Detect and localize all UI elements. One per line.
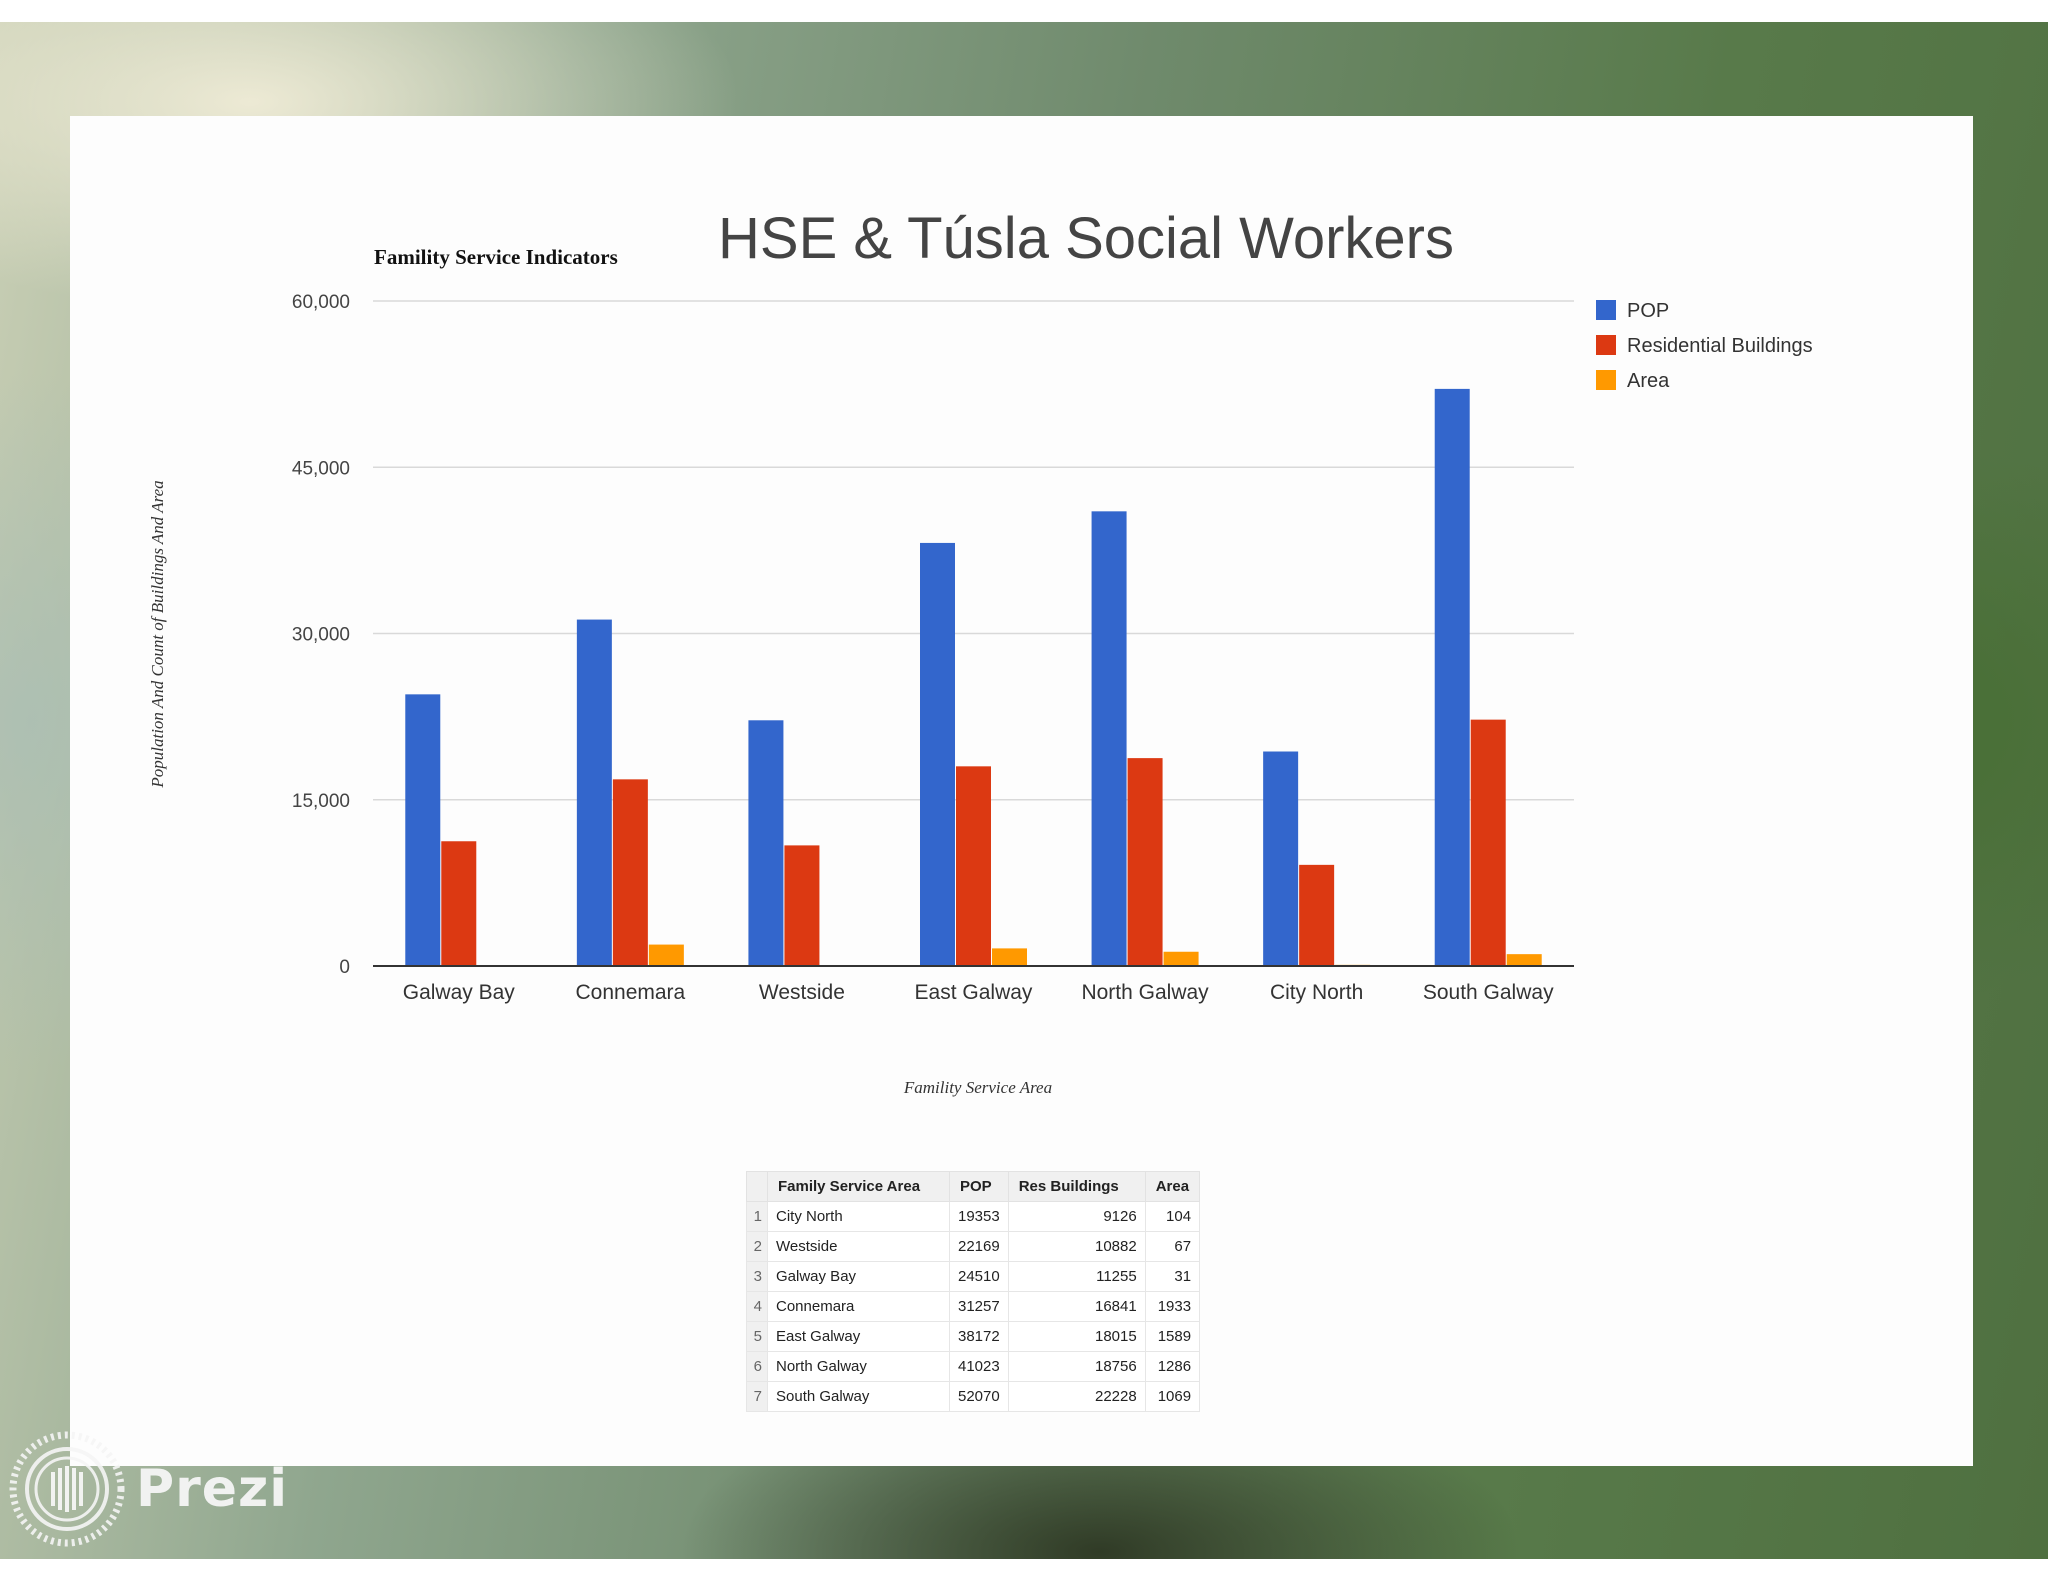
- row-index: 5: [746, 1321, 768, 1352]
- table-row: 3 Galway Bay 24510 11255 31: [746, 1261, 1201, 1292]
- header-res-buildings: Res Buildings: [1007, 1171, 1146, 1202]
- cell-area-name: South Galway: [767, 1381, 950, 1412]
- gridlines: [373, 300, 1574, 801]
- cell-pop: 24510: [949, 1261, 1009, 1292]
- table-row: 4 Connemara 31257 16841 1933: [746, 1291, 1201, 1322]
- legend-label: Residential Buildings: [1627, 335, 1813, 357]
- bar-pop[interactable]: [920, 542, 955, 966]
- bar-area[interactable]: [648, 944, 684, 966]
- cell-res-buildings: 16841: [1007, 1291, 1146, 1322]
- y-axis-title: Population And Count of Buildings And Ar…: [148, 480, 167, 788]
- bar-residential[interactable]: [784, 845, 820, 966]
- bar-residential[interactable]: [1299, 864, 1335, 966]
- bars: [405, 388, 1542, 966]
- legend: POP Residential Buildings Area: [1596, 300, 1813, 392]
- cell-res-buildings: 9126: [1007, 1201, 1146, 1232]
- prezi-logo[interactable]: Prezi: [8, 1430, 288, 1548]
- bar-residential[interactable]: [1470, 719, 1506, 966]
- table-row: 7 South Galway 52070 22228 1069: [746, 1381, 1201, 1412]
- cell-res-buildings: 18015: [1007, 1321, 1146, 1352]
- cell-res-buildings: 10882: [1007, 1231, 1146, 1262]
- y-tick-label: 15,000: [292, 791, 350, 812]
- row-index: 6: [746, 1351, 768, 1382]
- bar-area[interactable]: [1163, 951, 1199, 966]
- cell-pop: 22169: [949, 1231, 1009, 1262]
- bar-pop[interactable]: [1091, 511, 1127, 966]
- header-pop: POP: [949, 1171, 1009, 1202]
- table-row: 1 City North 19353 9126 104: [746, 1201, 1201, 1232]
- category-label: East Galway: [915, 981, 1033, 1004]
- y-tick-label: 45,000: [292, 458, 350, 479]
- y-tick-label: 60,000: [292, 292, 350, 313]
- header-family-service-area: Family Service Area: [767, 1171, 950, 1202]
- chart-subtitle: Famility Service Indicators: [374, 245, 618, 269]
- cell-area-name: Westside: [767, 1231, 950, 1262]
- category-label: City North: [1270, 981, 1363, 1004]
- row-index: 4: [746, 1291, 768, 1322]
- category-label: South Galway: [1423, 981, 1554, 1004]
- legend-swatch: [1596, 335, 1616, 355]
- prezi-wordmark: Prezi: [136, 1459, 289, 1519]
- cell-area-name: East Galway: [767, 1321, 950, 1352]
- category-label: Westside: [759, 981, 845, 1004]
- row-index: 3: [746, 1261, 768, 1292]
- bar-area[interactable]: [1506, 954, 1542, 966]
- cell-area-name: Connemara: [767, 1291, 950, 1322]
- bar-pop[interactable]: [1434, 388, 1470, 966]
- cell-pop: 41023: [949, 1351, 1009, 1382]
- category-label: North Galway: [1081, 981, 1209, 1004]
- table-corner: [746, 1171, 768, 1202]
- cell-area-name: Galway Bay: [767, 1261, 950, 1292]
- y-tick-label: 30,000: [292, 625, 350, 646]
- bar-pop[interactable]: [405, 694, 441, 966]
- table-row: 2 Westside 22169 10882 67: [746, 1231, 1201, 1262]
- bar-area[interactable]: [992, 948, 1027, 966]
- table-header-row: Family Service Area POP Res Buildings Ar…: [746, 1171, 1201, 1202]
- bar-residential[interactable]: [441, 841, 477, 966]
- row-index: 1: [746, 1201, 768, 1232]
- category-label: Connemara: [575, 981, 685, 1004]
- bar-residential[interactable]: [1127, 758, 1163, 966]
- bar-pop[interactable]: [1263, 751, 1299, 966]
- cell-area: 1933: [1144, 1291, 1201, 1322]
- cell-pop: 19353: [949, 1201, 1009, 1232]
- category-label: Galway Bay: [403, 981, 516, 1004]
- header-area: Area: [1144, 1171, 1201, 1202]
- bar-residential[interactable]: [956, 766, 991, 966]
- cell-area: 1589: [1144, 1321, 1201, 1352]
- cell-area: 1286: [1144, 1351, 1201, 1382]
- cell-area-name: City North: [767, 1201, 950, 1232]
- table-row: 6 North Galway 41023 18756 1286: [746, 1351, 1201, 1382]
- legend-swatch: [1596, 370, 1616, 390]
- x-axis-title: Famility Service Area: [903, 1078, 1052, 1097]
- row-index: 2: [746, 1231, 768, 1262]
- bar-pop[interactable]: [576, 619, 612, 966]
- cell-area: 1069: [1144, 1381, 1201, 1412]
- prezi-emblem-icon: [9, 1431, 125, 1547]
- cell-area: 31: [1144, 1261, 1201, 1292]
- y-tick-label: 0: [339, 957, 350, 978]
- legend-label: Area: [1627, 370, 1670, 392]
- y-tick-labels: 0 15,000 30,000 45,000 60,000: [292, 292, 350, 978]
- cell-pop: 38172: [949, 1321, 1009, 1352]
- cell-area: 67: [1144, 1231, 1201, 1262]
- table-row: 5 East Galway 38172 18015 1589: [746, 1321, 1201, 1352]
- cell-pop: 31257: [949, 1291, 1009, 1322]
- row-index: 7: [746, 1381, 768, 1412]
- legend-swatch: [1596, 300, 1616, 320]
- category-labels: Galway Bay Connemara Westside East Galway No…: [403, 981, 1554, 1004]
- bar-residential[interactable]: [612, 779, 648, 966]
- cell-area-name: North Galway: [767, 1351, 950, 1382]
- bar-pop[interactable]: [748, 720, 784, 966]
- cell-area: 104: [1144, 1201, 1201, 1232]
- data-table: Family Service Area POP Res Buildings Ar…: [746, 1171, 1201, 1412]
- cell-res-buildings: 11255: [1007, 1261, 1146, 1292]
- cell-res-buildings: 22228: [1007, 1381, 1146, 1412]
- cell-res-buildings: 18756: [1007, 1351, 1146, 1382]
- legend-label: POP: [1627, 300, 1669, 322]
- cell-pop: 52070: [949, 1381, 1009, 1412]
